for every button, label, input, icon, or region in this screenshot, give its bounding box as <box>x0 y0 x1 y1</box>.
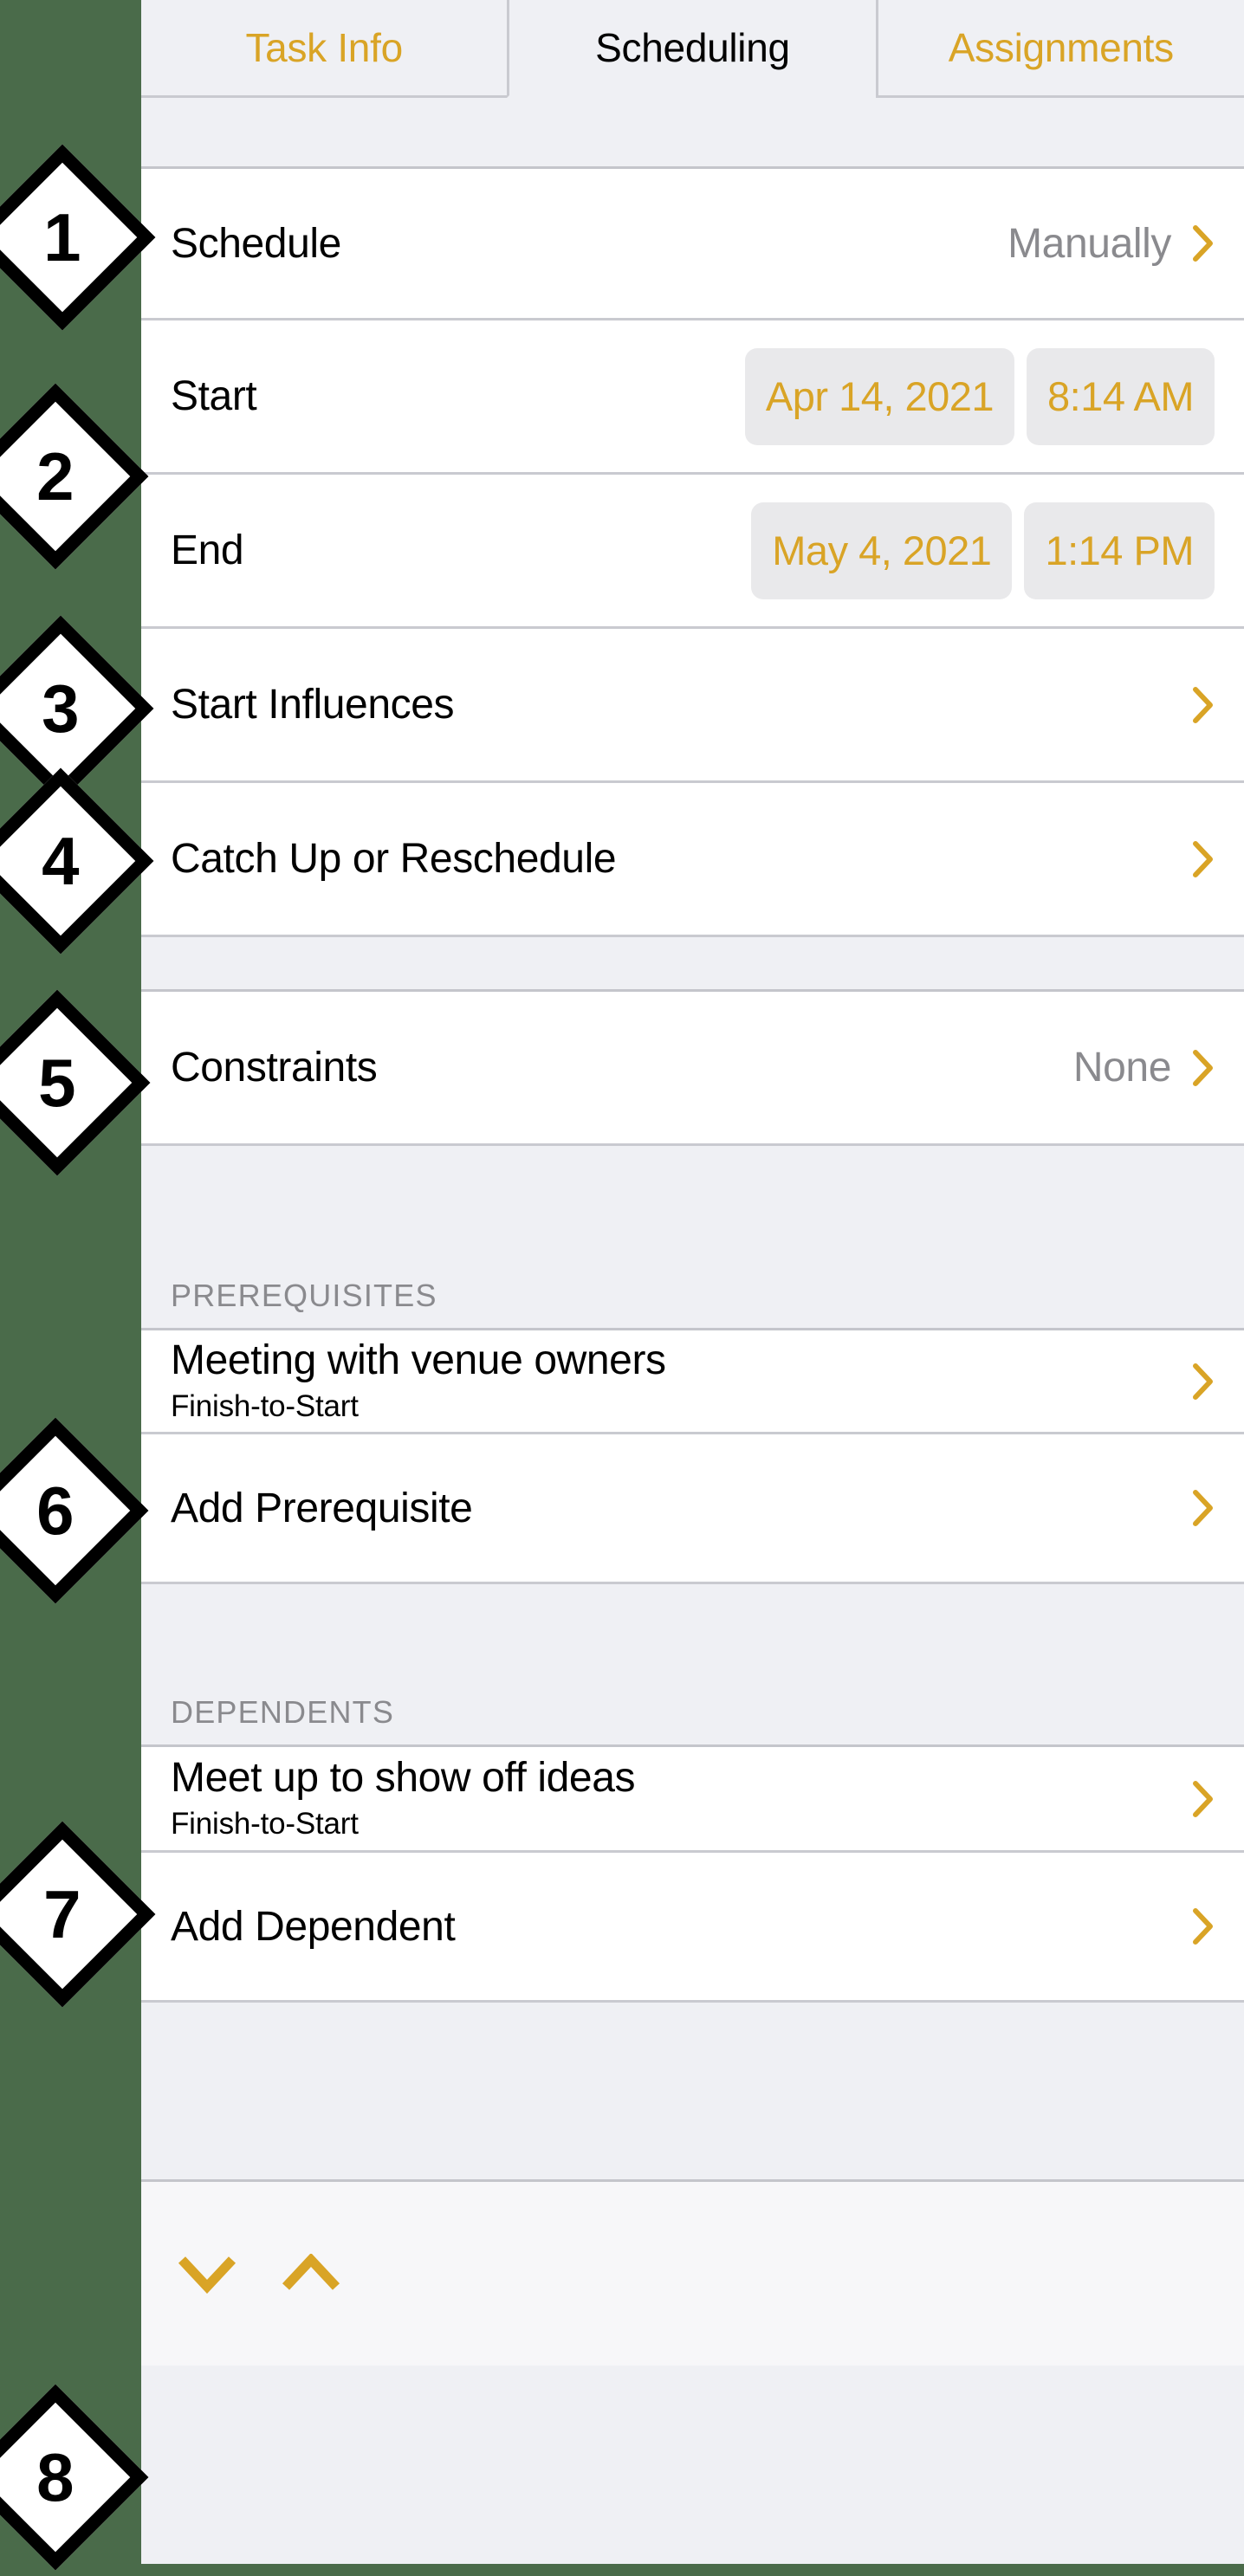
row-constraints-value: None <box>1072 1045 1172 1091</box>
annotation-badge-5: 5 <box>0 989 151 1176</box>
annotation-badge-8: 8 <box>0 2384 149 2571</box>
section-gap-top <box>141 98 1244 169</box>
add-dependent-label: Add Dependent <box>171 1903 456 1950</box>
chevron-right-icon <box>1193 1780 1213 1817</box>
section-header-dependents-label: DEPENDENTS <box>171 1694 395 1730</box>
row-start[interactable]: Start Apr 14, 2021 8:14 AM <box>141 320 1244 475</box>
row-catch-up-label: Catch Up or Reschedule <box>171 836 617 882</box>
screen: Task Info Scheduling Assignments Schedul… <box>0 0 1244 2576</box>
annotation-badge-6: 6 <box>0 1417 149 1604</box>
dependent-subtitle: Finish-to-Start <box>171 1807 359 1841</box>
annotation-badge-6-number: 6 <box>36 1472 75 1549</box>
tab-task-info[interactable]: Task Info <box>141 0 508 98</box>
dependent-text: Meet up to show off ideas Finish-to-Star… <box>171 1754 636 1842</box>
previous-item-button[interactable] <box>167 2234 247 2314</box>
bottom-toolbar <box>141 2182 1244 2366</box>
annotation-badge-4-number: 4 <box>42 822 80 899</box>
row-constraints[interactable]: Constraints None <box>141 992 1244 1146</box>
chevron-right-icon <box>1193 840 1213 877</box>
row-schedule-value: Manually <box>1008 220 1171 267</box>
annotation-badge-5-number: 5 <box>38 1044 76 1121</box>
row-end[interactable]: End May 4, 2021 1:14 PM <box>141 475 1244 629</box>
row-schedule-label: Schedule <box>171 220 341 267</box>
app-panel: Task Info Scheduling Assignments Schedul… <box>141 0 1244 2564</box>
tab-scheduling-label: Scheduling <box>595 25 790 70</box>
annotation-badge-2-number: 2 <box>36 437 75 515</box>
row-start-influences[interactable]: Start Influences <box>141 629 1244 783</box>
tab-bar: Task Info Scheduling Assignments <box>141 0 1244 98</box>
dependent-list-item[interactable]: Meet up to show off ideas Finish-to-Star… <box>141 1747 1244 1853</box>
section-gap-constraints <box>141 937 1244 992</box>
annotation-badge-4: 4 <box>0 767 154 955</box>
add-dependent-button[interactable]: Add Dependent <box>141 1853 1244 2003</box>
end-time-button[interactable]: 1:14 PM <box>1024 502 1215 599</box>
add-prerequisite-label: Add Prerequisite <box>171 1485 473 1531</box>
tab-assignments[interactable]: Assignments <box>875 0 1244 98</box>
dependent-title: Meet up to show off ideas <box>171 1754 636 1801</box>
chevron-right-icon <box>1193 1362 1213 1400</box>
section-header-prerequisites-label: PREREQUISITES <box>171 1278 437 1313</box>
row-schedule[interactable]: Schedule Manually <box>141 169 1244 320</box>
chevron-right-icon <box>1193 1490 1213 1526</box>
row-constraints-label: Constraints <box>171 1045 378 1091</box>
prerequisite-title: Meeting with venue owners <box>171 1337 666 1383</box>
tab-task-info-label: Task Info <box>245 25 403 70</box>
annotation-badge-8-number: 8 <box>36 2438 75 2515</box>
prerequisite-text: Meeting with venue owners Finish-to-Star… <box>171 1337 666 1425</box>
prerequisite-subtitle: Finish-to-Start <box>171 1389 359 1424</box>
annotation-badge-7-number: 7 <box>43 1875 81 1952</box>
annotation-badge-1: 1 <box>0 144 156 331</box>
row-start-influences-label: Start Influences <box>171 682 455 728</box>
annotation-badge-7: 7 <box>0 1821 156 2008</box>
row-start-label: Start <box>171 373 257 419</box>
start-value-group: Apr 14, 2021 8:14 AM <box>744 347 1215 445</box>
start-time-button[interactable]: 8:14 AM <box>1027 347 1215 445</box>
chevron-right-icon <box>1193 686 1213 723</box>
annotation-badge-3: 3 <box>0 615 154 802</box>
row-catch-up-or-reschedule[interactable]: Catch Up or Reschedule <box>141 783 1244 937</box>
chevron-right-icon <box>1193 1908 1213 1945</box>
tab-scheduling[interactable]: Scheduling <box>507 0 876 98</box>
start-date-button[interactable]: Apr 14, 2021 <box>744 347 1015 445</box>
chevron-right-icon <box>1193 1049 1213 1086</box>
tab-assignments-label: Assignments <box>948 25 1174 70</box>
section-header-prerequisites: PREREQUISITES <box>141 1146 1244 1330</box>
prerequisite-list-item[interactable]: Meeting with venue owners Finish-to-Star… <box>141 1330 1244 1434</box>
end-value-group: May 4, 2021 1:14 PM <box>751 502 1215 599</box>
next-item-button[interactable] <box>271 2234 351 2314</box>
annotation-badge-1-number: 1 <box>43 198 81 275</box>
annotation-badge-2: 2 <box>0 383 149 570</box>
row-end-label: End <box>171 527 244 573</box>
chevron-right-icon <box>1193 225 1213 262</box>
chevron-up-icon <box>282 2254 340 2290</box>
end-date-button[interactable]: May 4, 2021 <box>751 502 1013 599</box>
annotation-badge-3-number: 3 <box>42 670 80 747</box>
add-prerequisite-button[interactable]: Add Prerequisite <box>141 1434 1244 1584</box>
section-header-dependents: DEPENDENTS <box>141 1584 1244 1747</box>
list-empty-area <box>141 2003 1244 2182</box>
chevron-down-icon <box>178 2256 236 2294</box>
